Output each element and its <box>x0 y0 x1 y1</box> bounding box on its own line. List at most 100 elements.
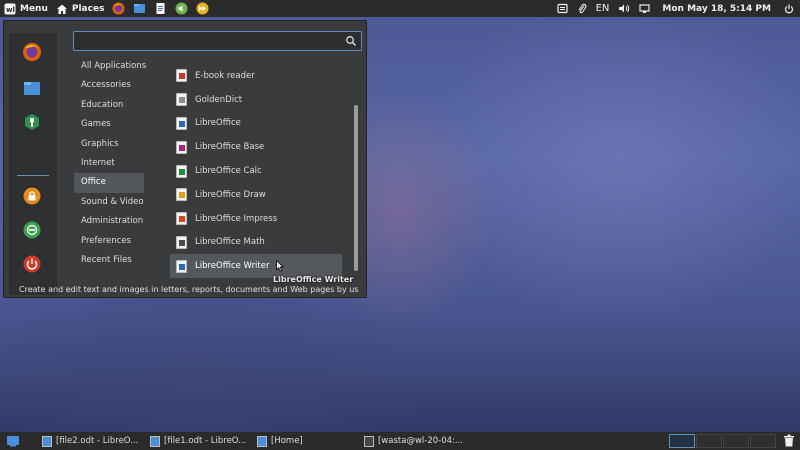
app-item-libreoffice-math[interactable]: LibreOffice Math <box>170 231 342 255</box>
places-button[interactable]: Places <box>56 3 105 15</box>
folder-icon <box>257 435 267 447</box>
search-input[interactable] <box>80 34 340 49</box>
app-item-goldendict[interactable]: GoldenDict <box>170 88 342 112</box>
clipboard-icon[interactable] <box>556 3 568 14</box>
taskbar-item-label: [file2.odt - LibreO... <box>56 436 139 446</box>
trash-icon[interactable] <box>783 434 795 447</box>
show-desktop-icon[interactable] <box>6 435 20 447</box>
app-icon <box>176 69 187 83</box>
search-icon[interactable] <box>345 35 357 47</box>
files-launcher[interactable] <box>133 2 146 15</box>
svg-text:wl: wl <box>6 6 15 14</box>
app-label: LibreOffice Writer <box>195 261 270 272</box>
taskbar-item-label: [wasta@wl-20-04:... <box>378 436 463 446</box>
menu-button[interactable]: wl Menu <box>4 3 48 15</box>
system-tray: EN Mon May 18, 5:14 PM <box>556 0 794 17</box>
logout-icon <box>23 221 41 239</box>
taskbar-item-label: [Home] <box>271 436 303 446</box>
document-launcher[interactable] <box>154 2 167 15</box>
power-icon <box>23 255 41 273</box>
taskbar-item[interactable]: [file2.odt - LibreO... <box>42 432 138 450</box>
volume-icon[interactable] <box>618 3 630 14</box>
category-internet[interactable]: Internet <box>74 154 144 173</box>
taskbar-item[interactable]: [wasta@wl-20-04:... <box>364 432 463 450</box>
category-administration[interactable]: Administration <box>74 212 144 231</box>
media-icon <box>196 2 209 15</box>
category-accessories[interactable]: Accessories <box>74 76 144 95</box>
favorite-firefox[interactable] <box>21 41 43 63</box>
app-icon <box>176 140 187 154</box>
app-label: LibreOffice <box>195 118 241 129</box>
app-item-libreoffice-calc[interactable]: LibreOffice Calc <box>170 159 342 183</box>
application-menu: All Applications Accessories Education Game… <box>3 20 367 298</box>
menu-label: Menu <box>20 3 48 14</box>
favorites-separator <box>17 175 49 176</box>
files-icon <box>24 82 40 95</box>
firefox-launcher[interactable] <box>112 2 125 15</box>
favorite-lock[interactable] <box>21 185 43 207</box>
category-graphics[interactable]: Graphics <box>74 135 144 154</box>
category-recent-files[interactable]: Recent Files <box>74 251 144 270</box>
app-label: E-book reader <box>195 70 255 81</box>
category-sound-video[interactable]: Sound & Video <box>74 193 144 212</box>
sound-launcher[interactable] <box>175 2 188 15</box>
mouse-cursor-icon <box>276 260 284 272</box>
bottom-panel: [file2.odt - LibreO... [file1.odt - Libre… <box>0 432 800 450</box>
app-icon <box>176 164 187 178</box>
app-label: LibreOffice Calc <box>195 166 262 177</box>
display-icon[interactable] <box>639 3 651 14</box>
category-education[interactable]: Education <box>74 96 144 115</box>
favorite-logout[interactable] <box>21 219 43 241</box>
app-icon <box>176 212 187 226</box>
category-office[interactable]: Office <box>74 173 144 193</box>
scrollbar[interactable] <box>354 105 358 271</box>
app-icon <box>176 235 187 249</box>
workspace-2[interactable] <box>696 434 722 448</box>
app-item-libreoffice-impress[interactable]: LibreOffice Impress <box>170 207 342 231</box>
app-label: LibreOffice Draw <box>195 189 266 200</box>
workspace-4[interactable] <box>750 434 776 448</box>
category-all-applications[interactable]: All Applications <box>74 57 146 76</box>
app-item-libreoffice-draw[interactable]: LibreOffice Draw <box>170 183 342 207</box>
app-label: LibreOffice Math <box>195 237 265 248</box>
app-icon <box>176 116 187 130</box>
power-menu-icon[interactable] <box>784 4 794 14</box>
taskbar-item-label: [file1.odt - LibreO... <box>164 436 247 446</box>
writer-icon <box>150 435 160 447</box>
app-description: Create and edit text and images in lette… <box>19 285 359 294</box>
favorites-column <box>9 33 57 295</box>
app-item-libreoffice-base[interactable]: LibreOffice Base <box>170 135 342 159</box>
attachment-icon[interactable] <box>577 3 587 14</box>
app-item-libreoffice[interactable]: LibreOffice <box>170 112 342 136</box>
favorite-power[interactable] <box>21 253 43 275</box>
places-label: Places <box>71 3 105 14</box>
lock-icon <box>23 187 41 205</box>
tooltip: LibreOffice Writer <box>273 275 354 284</box>
firefox-icon <box>23 43 41 61</box>
document-icon <box>156 3 165 14</box>
writer-icon <box>42 435 52 447</box>
media-launcher[interactable] <box>196 2 209 15</box>
app-icon <box>176 188 187 202</box>
home-icon <box>56 4 67 14</box>
workspace-1[interactable] <box>669 434 695 448</box>
firefox-icon <box>112 2 125 15</box>
terminal-icon <box>364 435 374 447</box>
category-games[interactable]: Games <box>74 115 144 134</box>
taskbar-item[interactable]: [file1.odt - LibreO... <box>150 432 246 450</box>
keyboard-layout[interactable]: EN <box>596 3 610 14</box>
taskbar-item[interactable]: [Home] <box>257 432 303 450</box>
app-label: LibreOffice Base <box>195 142 265 153</box>
distro-logo-icon: wl <box>4 3 16 14</box>
application-list: E-book reader GoldenDict LibreOffice LibreO… <box>170 64 342 279</box>
app-item-e-book-reader[interactable]: E-book reader <box>170 64 342 88</box>
favorite-files[interactable] <box>21 77 43 99</box>
app-label: LibreOffice Impress <box>195 213 278 224</box>
favorite-settings[interactable] <box>21 111 43 133</box>
search-box[interactable] <box>73 31 362 51</box>
app-icon <box>176 93 187 107</box>
workspace-3[interactable] <box>723 434 749 448</box>
category-preferences[interactable]: Preferences <box>74 232 144 251</box>
files-icon <box>134 4 146 13</box>
clock[interactable]: Mon May 18, 5:14 PM <box>662 4 771 14</box>
